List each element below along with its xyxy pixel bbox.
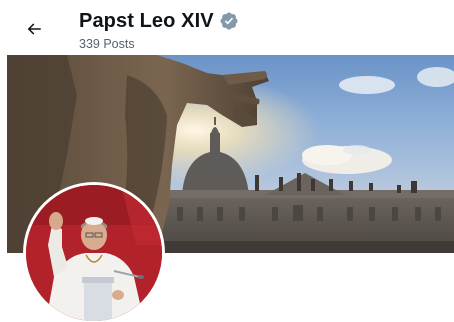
profile-header: Papst Leo XIV 339 Posts xyxy=(0,0,454,54)
post-count: 339 Posts xyxy=(79,37,135,51)
avatar[interactable] xyxy=(23,182,165,322)
back-button[interactable] xyxy=(17,12,51,46)
verified-badge-icon xyxy=(220,12,238,30)
profile-name: Papst Leo XIV xyxy=(79,9,214,32)
profile-page: Papst Leo XIV 339 Posts xyxy=(0,0,454,322)
title-row: Papst Leo XIV xyxy=(79,9,239,33)
arrow-left-icon xyxy=(27,23,41,35)
profile-photo xyxy=(26,185,162,321)
